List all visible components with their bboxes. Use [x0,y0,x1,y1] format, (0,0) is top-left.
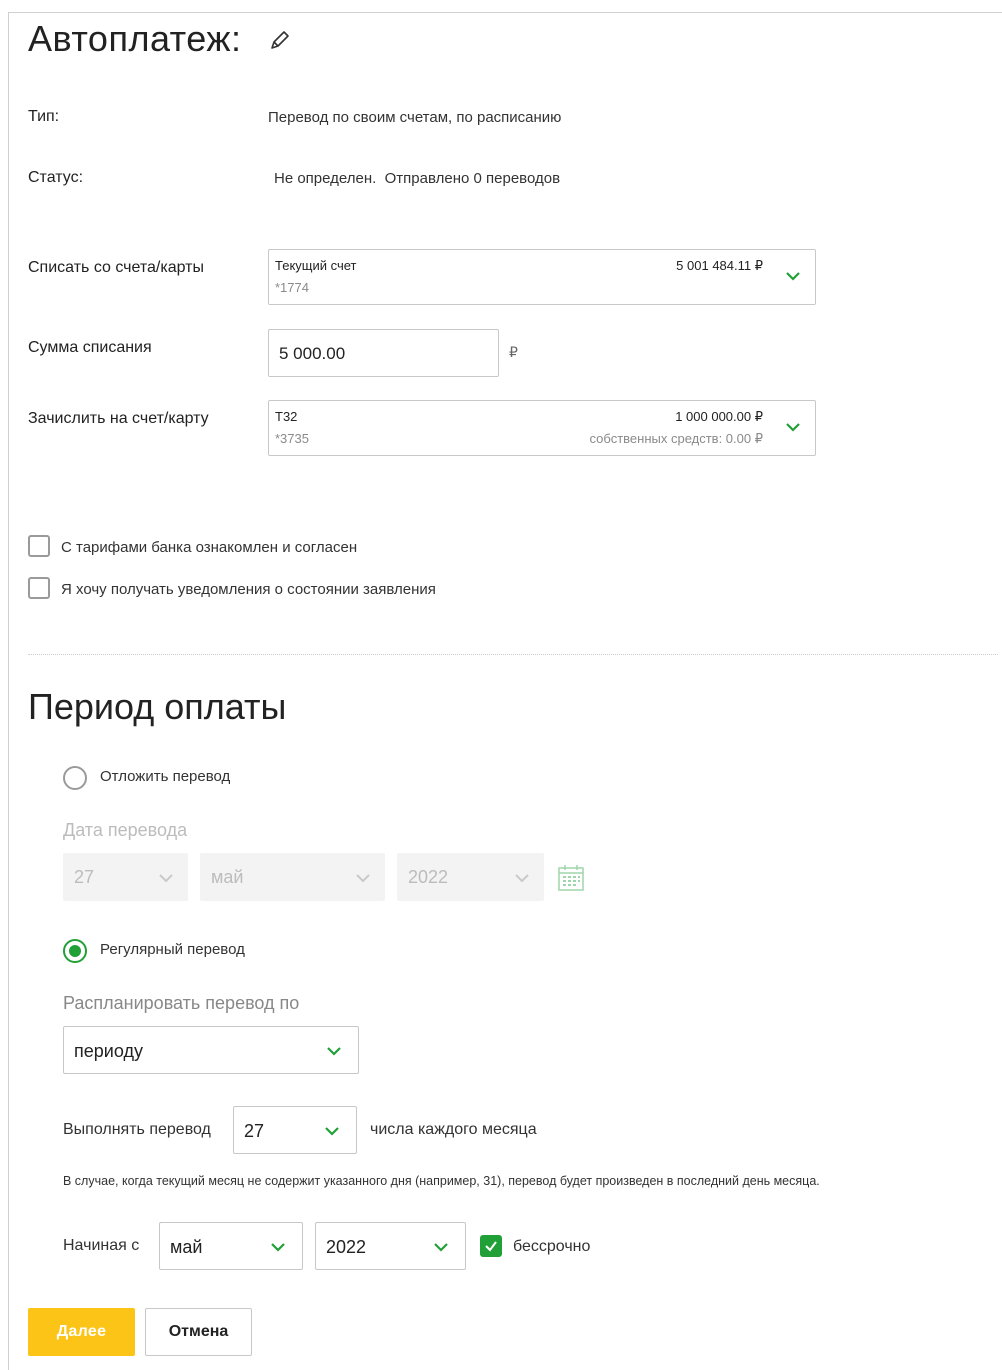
start-year-value: 2022 [326,1237,367,1257]
execute-day-select[interactable]: 27 [233,1106,357,1154]
calendar-icon[interactable] [558,864,584,897]
execute-day-suffix: числа каждого месяца [370,1121,537,1138]
schedule-by-select[interactable]: периоду [63,1026,359,1074]
page-title: Автоплатеж: [28,18,242,59]
to-account-own-funds: собственных средств: 0.00 ₽ [589,431,763,446]
sum-input-value: 5 000.00 [279,344,346,363]
check-icon [485,1241,497,1252]
indefinite-checkbox[interactable] [480,1235,502,1257]
notifications-checkbox[interactable] [28,577,50,599]
chevron-down-icon [786,272,800,281]
start-month-select[interactable]: май [159,1222,303,1270]
tariffs-checkbox[interactable] [28,535,50,557]
currency-sign: ₽ [509,344,518,360]
transfer-year-select[interactable]: 2022 [397,853,544,901]
sum-label: Сумма списания [28,339,152,356]
to-account-balance: 1 000 000.00 ₽ [675,409,763,424]
status-value: Не определен. Отправлено 0 переводов [274,170,561,187]
chevron-down-icon [786,423,800,432]
period-section-title: Период оплаты [28,686,287,727]
type-value: Перевод по своим счетам, по расписанию [268,109,562,126]
chevron-down-icon [159,874,173,883]
section-divider [28,654,998,655]
schedule-by-value: периоду [74,1041,143,1061]
schedule-by-label: Распланировать перевод по [63,993,300,1013]
chevron-down-icon [356,874,370,883]
indefinite-label[interactable]: бессрочно [513,1238,590,1256]
execute-day-value: 27 [244,1121,265,1141]
chevron-down-icon [327,1047,341,1056]
defer-transfer-label[interactable]: Отложить перевод [100,768,230,785]
from-account-select[interactable]: Текущий счет *1774 5 001 484.11 ₽ [268,249,816,305]
to-account-label: Зачислить на счет/карту [28,410,209,427]
tariffs-checkbox-label[interactable]: С тарифами банка ознакомлен и согласен [61,539,357,556]
from-account-label: Списать со счета/карты [28,259,204,276]
defer-transfer-radio[interactable] [63,766,87,790]
cancel-button[interactable]: Отмена [145,1308,252,1356]
to-account-number: *3735 [275,431,309,446]
start-from-label: Начиная с [63,1237,140,1254]
from-account-balance: 5 001 484.11 ₽ [676,258,763,273]
panel-border-top [8,12,1002,13]
pencil-icon[interactable] [268,28,292,52]
to-account-select[interactable]: Т32 *3735 1 000 000.00 ₽ собственных сре… [268,400,816,456]
type-label: Тип: [28,108,60,125]
chevron-down-icon [515,874,529,883]
transfer-day-value: 27 [74,867,95,887]
transfer-date-label: Дата перевода [63,820,188,840]
month-end-note: В случае, когда текущий месяц не содержи… [63,1174,820,1188]
panel-border-left [8,12,9,1370]
transfer-year-value: 2022 [408,867,449,887]
from-account-number: *1774 [275,280,309,295]
chevron-down-icon [271,1243,285,1252]
sum-input[interactable]: 5 000.00 [268,329,499,377]
start-year-select[interactable]: 2022 [315,1222,466,1270]
transfer-month-select[interactable]: май [200,853,385,901]
execute-transfer-label: Выполнять перевод [63,1121,211,1138]
to-account-name: Т32 [275,409,298,424]
from-account-name: Текущий счет [275,258,357,273]
regular-transfer-label[interactable]: Регулярный перевод [100,941,245,958]
notifications-checkbox-label[interactable]: Я хочу получать уведомления о состоянии … [61,581,436,598]
start-month-value: май [170,1237,203,1257]
transfer-day-select[interactable]: 27 [63,853,188,901]
regular-transfer-radio[interactable] [63,939,87,963]
chevron-down-icon [325,1127,339,1136]
transfer-month-value: май [211,867,244,887]
next-button[interactable]: Далее [28,1308,135,1356]
chevron-down-icon [434,1243,448,1252]
status-label: Статус: [28,169,84,186]
